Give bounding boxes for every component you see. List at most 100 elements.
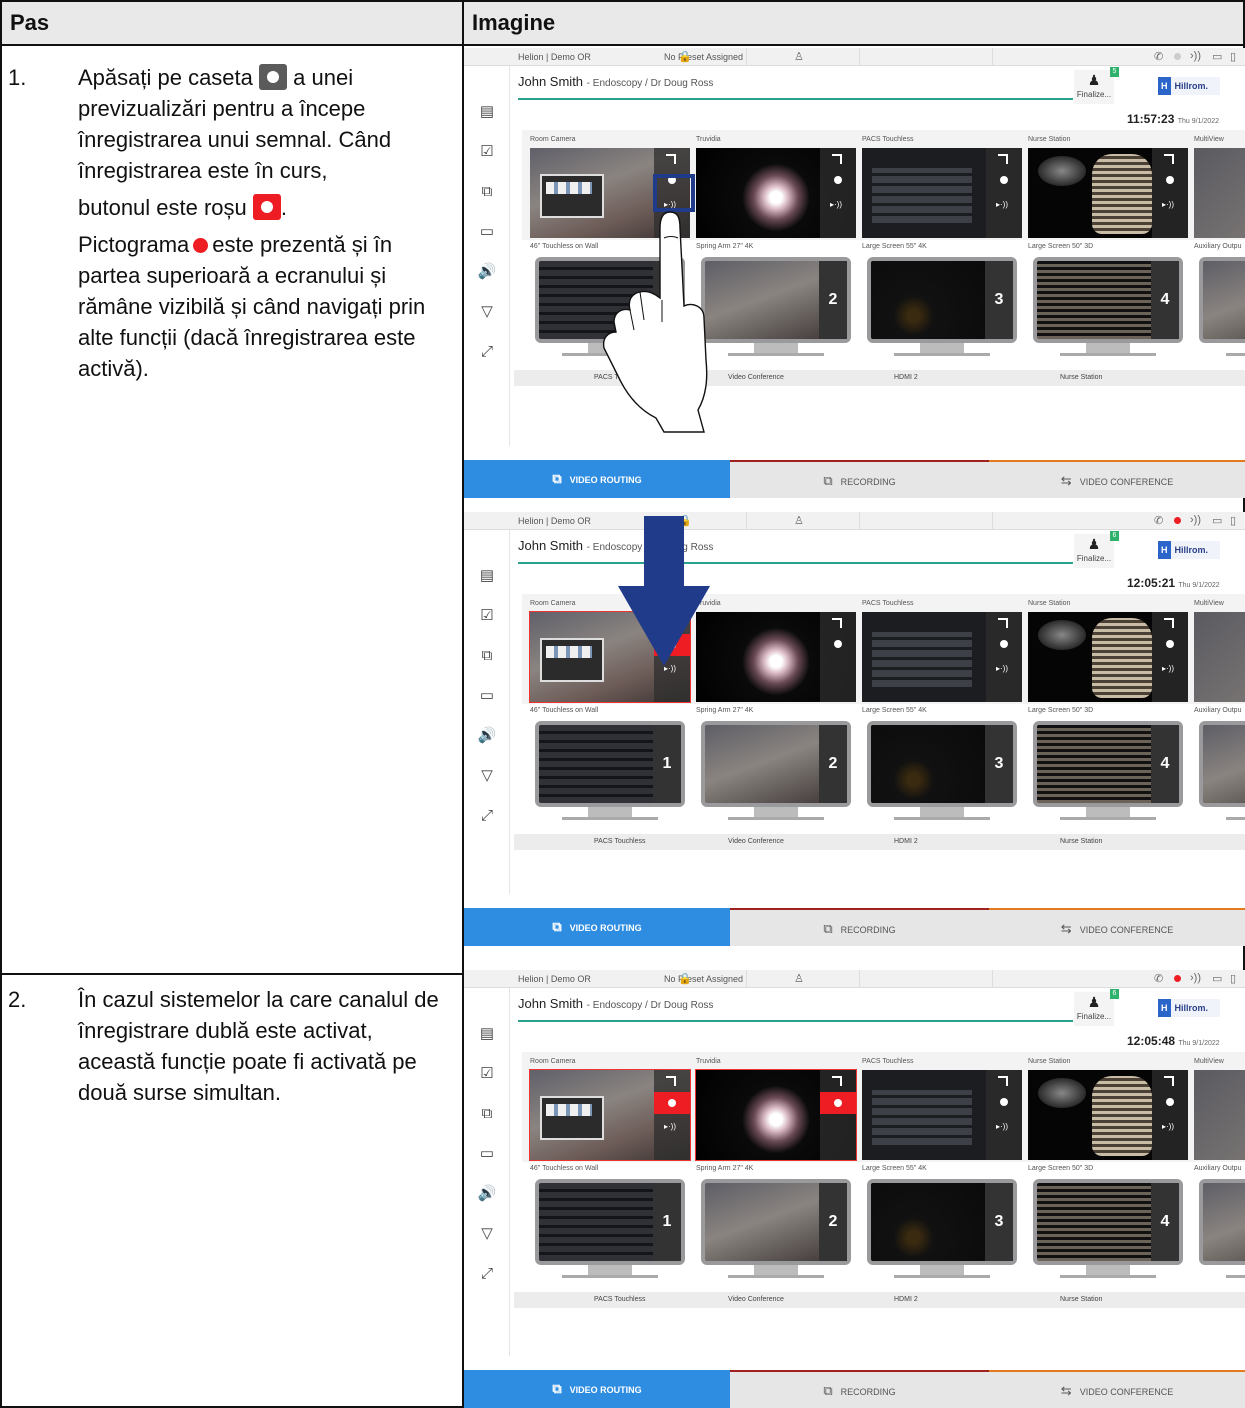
- destination-name: Auxiliary Outpu: [1194, 243, 1242, 250]
- tab-recording[interactable]: ⧉ RECORDING: [730, 908, 989, 946]
- expand-icon[interactable]: [832, 1076, 842, 1086]
- patient-card-icon[interactable]: ▤: [477, 1024, 497, 1044]
- finalize-button[interactable]: 6 ♟ Finalize...: [1074, 531, 1119, 568]
- battery-icon: ▯: [1230, 973, 1237, 985]
- expand-icon[interactable]: [666, 154, 676, 164]
- camera-icon[interactable]: ⤢: [477, 806, 497, 826]
- monitor-preview[interactable]: 1: [535, 721, 685, 807]
- checklist-icon[interactable]: ☑: [477, 1064, 497, 1084]
- source-preview[interactable]: [695, 1069, 857, 1161]
- record-button[interactable]: [1166, 640, 1174, 648]
- user-icon[interactable]: ♙: [794, 514, 804, 527]
- expand-icon[interactable]: [998, 154, 1008, 164]
- user-icon[interactable]: ♙: [794, 972, 804, 985]
- light-icon[interactable]: ▽: [477, 766, 497, 786]
- source-preview[interactable]: [1194, 1070, 1245, 1160]
- record-button[interactable]: [1000, 1098, 1008, 1106]
- source-preview[interactable]: ▸·)): [1028, 148, 1188, 238]
- light-icon[interactable]: ▽: [477, 302, 497, 322]
- tab-video-routing[interactable]: ⧉ VIDEO ROUTING: [464, 460, 730, 498]
- user-icon[interactable]: ♙: [794, 50, 804, 63]
- finalize-button[interactable]: 6 ♟ Finalize...: [1074, 989, 1119, 1026]
- monitor-preview[interactable]: 2: [701, 721, 851, 807]
- source-preview[interactable]: [1194, 612, 1245, 702]
- record-button-active[interactable]: [654, 1092, 690, 1114]
- monitor-preview[interactable]: 3: [867, 1179, 1017, 1265]
- source-preview[interactable]: ▸·)): [862, 148, 1022, 238]
- expand-icon[interactable]: [998, 618, 1008, 628]
- tab-video-routing[interactable]: ⧉ VIDEO ROUTING: [464, 1370, 730, 1408]
- monitor-preview[interactable]: [1199, 1179, 1245, 1265]
- phone-icon[interactable]: ✆: [1154, 50, 1163, 63]
- patient-card-icon[interactable]: ▤: [477, 102, 497, 122]
- expand-icon[interactable]: [1164, 154, 1174, 164]
- monitor-preview[interactable]: 4: [1033, 257, 1183, 343]
- destination-source-label: Nurse Station: [1060, 1296, 1103, 1303]
- record-button[interactable]: [1000, 640, 1008, 648]
- audio-signal-icon[interactable]: ▸·)): [664, 1122, 676, 1131]
- tab-recording[interactable]: ⧉ RECORDING: [730, 1370, 989, 1408]
- record-button[interactable]: [1166, 176, 1174, 184]
- phone-icon[interactable]: ✆: [1154, 972, 1163, 985]
- checklist-icon[interactable]: ☑: [477, 142, 497, 162]
- monitor-preview[interactable]: 3: [867, 257, 1017, 343]
- expand-icon[interactable]: [1164, 1076, 1174, 1086]
- camera-icon[interactable]: ⤢: [477, 1264, 497, 1284]
- volume-icon[interactable]: 🔊: [477, 262, 497, 282]
- record-button-active[interactable]: [820, 1092, 856, 1114]
- source-preview[interactable]: ▸·)): [1028, 612, 1188, 702]
- display-icon[interactable]: ▭: [477, 222, 497, 242]
- expand-icon[interactable]: [1164, 618, 1174, 628]
- patient-card-icon[interactable]: ▤: [477, 566, 497, 586]
- monitor-preview[interactable]: 4: [1033, 721, 1183, 807]
- light-icon[interactable]: ▽: [477, 1224, 497, 1244]
- phone-icon[interactable]: ✆: [1154, 514, 1163, 527]
- display-icon[interactable]: ▭: [477, 686, 497, 706]
- tab-recording[interactable]: ⧉ RECORDING: [730, 460, 989, 498]
- audio-signal-icon[interactable]: ▸·)): [1162, 664, 1174, 673]
- audio-signal-icon[interactable]: ▸·)): [996, 200, 1008, 209]
- expand-icon[interactable]: [998, 1076, 1008, 1086]
- expand-icon[interactable]: [832, 618, 842, 628]
- volume-icon[interactable]: 🔊: [477, 1184, 497, 1204]
- expand-icon[interactable]: [832, 154, 842, 164]
- lock-icon[interactable]: 🔒: [678, 50, 692, 63]
- record-button[interactable]: [834, 640, 842, 648]
- monitor-preview[interactable]: [1199, 721, 1245, 807]
- tab-video-routing[interactable]: ⧉ VIDEO ROUTING: [464, 908, 730, 946]
- record-button[interactable]: [834, 176, 842, 184]
- routing-icon[interactable]: ⧉: [477, 1104, 497, 1124]
- audio-signal-icon[interactable]: ▸·)): [996, 1122, 1008, 1131]
- camera-icon[interactable]: ⤢: [477, 342, 497, 362]
- expand-icon[interactable]: [666, 1076, 676, 1086]
- audio-signal-icon[interactable]: ▸·)): [996, 664, 1008, 673]
- monitor-preview[interactable]: [1199, 257, 1245, 343]
- tab-video-conference[interactable]: ⇆ VIDEO CONFERENCE: [989, 1370, 1245, 1408]
- source-preview[interactable]: [696, 612, 856, 702]
- monitor-preview[interactable]: 2: [701, 257, 851, 343]
- monitor-preview[interactable]: 3: [867, 721, 1017, 807]
- source-preview[interactable]: ▸·)): [862, 1070, 1022, 1160]
- checklist-icon[interactable]: ☑: [477, 606, 497, 626]
- routing-icon[interactable]: ⧉: [477, 182, 497, 202]
- source-preview[interactable]: ▸·)): [1028, 1070, 1188, 1160]
- monitor-preview[interactable]: 1: [535, 1179, 685, 1265]
- tab-video-conference[interactable]: ⇆ VIDEO CONFERENCE: [989, 908, 1245, 946]
- lock-icon[interactable]: 🔒: [678, 972, 692, 985]
- tab-video-conference[interactable]: ⇆ VIDEO CONFERENCE: [989, 460, 1245, 498]
- source-preview[interactable]: ▸·)): [696, 148, 856, 238]
- source-preview[interactable]: ▸·)): [862, 612, 1022, 702]
- monitor-preview[interactable]: 2: [701, 1179, 851, 1265]
- monitor-preview[interactable]: 4: [1033, 1179, 1183, 1265]
- routing-icon[interactable]: ⧉: [477, 646, 497, 666]
- volume-icon[interactable]: 🔊: [477, 726, 497, 746]
- audio-signal-icon[interactable]: ▸·)): [830, 200, 842, 209]
- record-button[interactable]: [1166, 1098, 1174, 1106]
- source-preview[interactable]: [1194, 148, 1245, 238]
- display-icon[interactable]: ▭: [477, 1144, 497, 1164]
- source-preview[interactable]: ▸·)): [529, 1069, 691, 1161]
- audio-signal-icon[interactable]: ▸·)): [1162, 200, 1174, 209]
- record-button[interactable]: [1000, 176, 1008, 184]
- audio-signal-icon[interactable]: ▸·)): [1162, 1122, 1174, 1131]
- finalize-button[interactable]: 5 ♟ Finalize...: [1074, 67, 1119, 104]
